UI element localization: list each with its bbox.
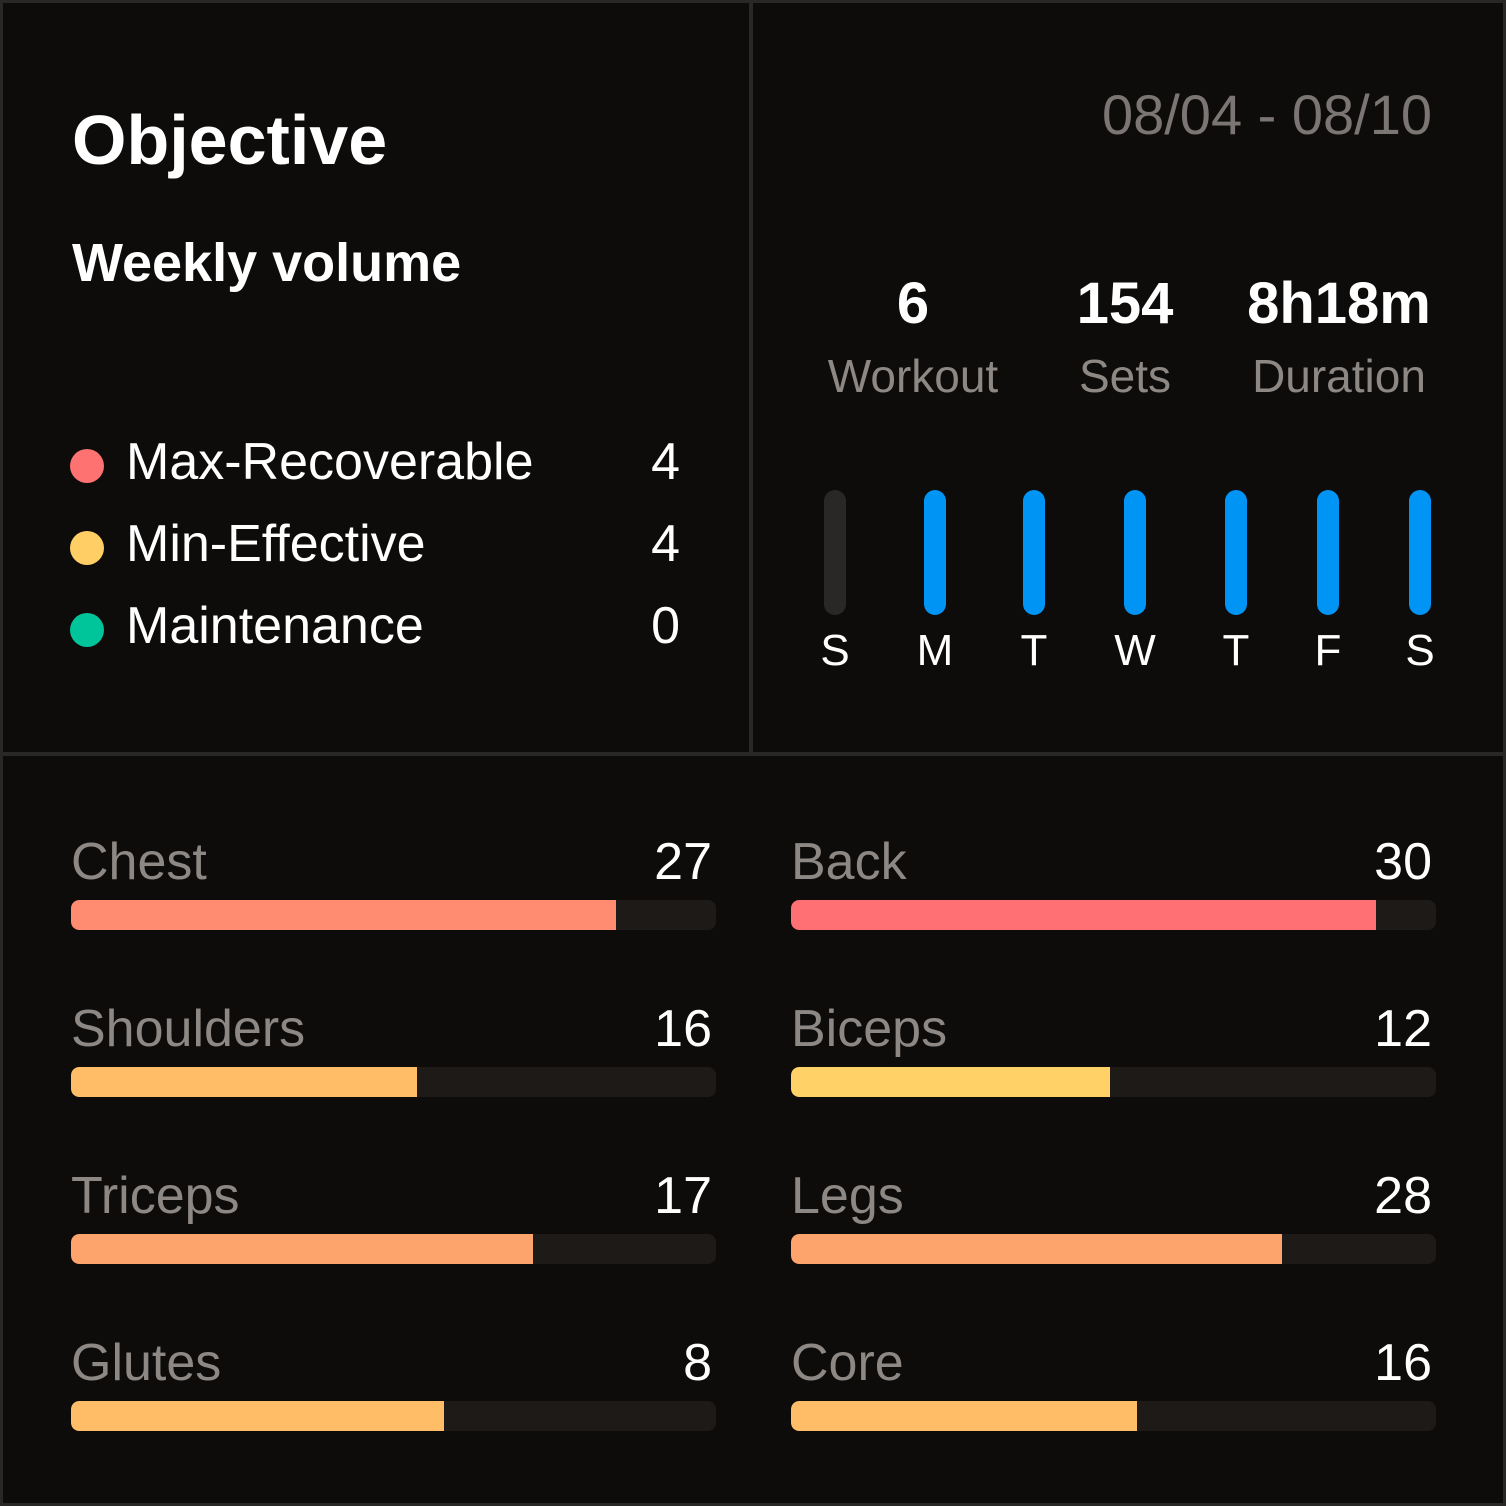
- progress-track: [791, 1401, 1436, 1431]
- stat-label: Workout: [827, 350, 999, 402]
- legend-item: Maintenance 0: [70, 596, 680, 656]
- legend-dot-icon: [70, 613, 104, 647]
- stat-sets: 154 Sets: [1005, 270, 1245, 403]
- stat-value: 8h18m: [1247, 271, 1431, 336]
- muscle-name: Glutes: [71, 1334, 222, 1392]
- stat-value: 154: [1076, 271, 1174, 336]
- day-activity-bar: [1023, 490, 1045, 615]
- progress-fill: [71, 900, 617, 930]
- day-column: T: [1021, 490, 1047, 675]
- day-column: M: [917, 490, 953, 675]
- progress-track: [791, 900, 1436, 930]
- muscle-row-back: Back 30: [791, 832, 1436, 942]
- muscle-row-core: Core 16: [791, 1333, 1436, 1443]
- day-column: W: [1114, 490, 1156, 675]
- progress-track: [71, 1401, 716, 1431]
- legend-label: Maintenance: [126, 597, 424, 655]
- day-activity-bar: [924, 490, 946, 615]
- legend-value: 4: [651, 515, 680, 573]
- progress-track: [791, 1067, 1436, 1097]
- legend-dot-icon: [70, 531, 104, 565]
- progress-track: [71, 900, 716, 930]
- progress-fill: [791, 1067, 1110, 1097]
- day-column: T: [1223, 490, 1249, 675]
- progress-fill: [71, 1234, 533, 1264]
- horizontal-divider: [0, 752, 1506, 756]
- day-column: S: [820, 490, 850, 675]
- muscle-count: 16: [654, 1000, 712, 1058]
- day-column: F: [1315, 490, 1341, 675]
- muscle-name: Triceps: [71, 1167, 240, 1225]
- day-activity-bar: [1409, 490, 1431, 615]
- muscle-row-shoulders: Shoulders 16: [71, 999, 716, 1109]
- muscle-count: 28: [1374, 1167, 1432, 1225]
- day-label: M: [916, 626, 954, 675]
- muscle-row-glutes: Glutes 8: [71, 1333, 716, 1443]
- day-label: W: [1114, 626, 1156, 675]
- legend-value: 4: [651, 433, 680, 491]
- muscle-count: 27: [654, 833, 712, 891]
- muscle-count: 16: [1374, 1334, 1432, 1392]
- day-label: S: [1405, 626, 1435, 675]
- muscle-count: 30: [1374, 833, 1432, 891]
- progress-track: [71, 1234, 716, 1264]
- legend-label: Min-Effective: [126, 515, 426, 573]
- stat-workout: 6 Workout: [793, 270, 1033, 403]
- muscle-name: Chest: [71, 833, 207, 891]
- stat-label: Duration: [1252, 350, 1426, 402]
- muscle-row-triceps: Triceps 17: [71, 1166, 716, 1276]
- day-activity-bar: [1225, 490, 1247, 615]
- muscle-row-legs: Legs 28: [791, 1166, 1436, 1276]
- day-activity-bar: [1317, 490, 1339, 615]
- muscle-name: Biceps: [791, 1000, 948, 1058]
- stat-value: 6: [896, 271, 930, 336]
- legend-label: Max-Recoverable: [126, 433, 534, 491]
- legend-dot-icon: [70, 449, 104, 483]
- progress-fill: [791, 900, 1376, 930]
- stat-duration: 8h18m Duration: [1219, 270, 1459, 403]
- muscle-count: 12: [1374, 1000, 1432, 1058]
- muscle-row-biceps: Biceps 12: [791, 999, 1436, 1109]
- muscle-name: Core: [791, 1334, 904, 1392]
- legend-item: Min-Effective 4: [70, 514, 680, 574]
- day-label: F: [1314, 626, 1342, 675]
- date-range: 08/04 - 08/10: [1101, 83, 1432, 146]
- legend-item: Max-Recoverable 4: [70, 432, 680, 492]
- day-activity-bar: [824, 490, 846, 615]
- progress-fill: [791, 1401, 1137, 1431]
- progress-fill: [71, 1401, 444, 1431]
- legend-value: 0: [651, 597, 680, 655]
- muscle-name: Legs: [791, 1167, 904, 1225]
- day-column: S: [1405, 490, 1435, 675]
- muscle-name: Shoulders: [71, 1000, 306, 1058]
- muscle-count: 17: [654, 1167, 712, 1225]
- stat-label: Sets: [1078, 350, 1172, 402]
- section-subtitle: Weekly volume: [72, 233, 462, 293]
- progress-fill: [791, 1234, 1283, 1264]
- page-title: Objective: [72, 101, 388, 179]
- day-label: T: [1020, 626, 1048, 675]
- progress-fill: [71, 1067, 417, 1097]
- day-label: S: [820, 626, 850, 675]
- vertical-divider: [749, 0, 753, 754]
- day-activity-bar: [1124, 490, 1146, 615]
- progress-track: [791, 1234, 1436, 1264]
- day-label: T: [1222, 626, 1250, 675]
- progress-track: [71, 1067, 716, 1097]
- muscle-row-chest: Chest 27: [71, 832, 716, 942]
- muscle-count: 8: [683, 1334, 712, 1392]
- muscle-name: Back: [791, 833, 907, 891]
